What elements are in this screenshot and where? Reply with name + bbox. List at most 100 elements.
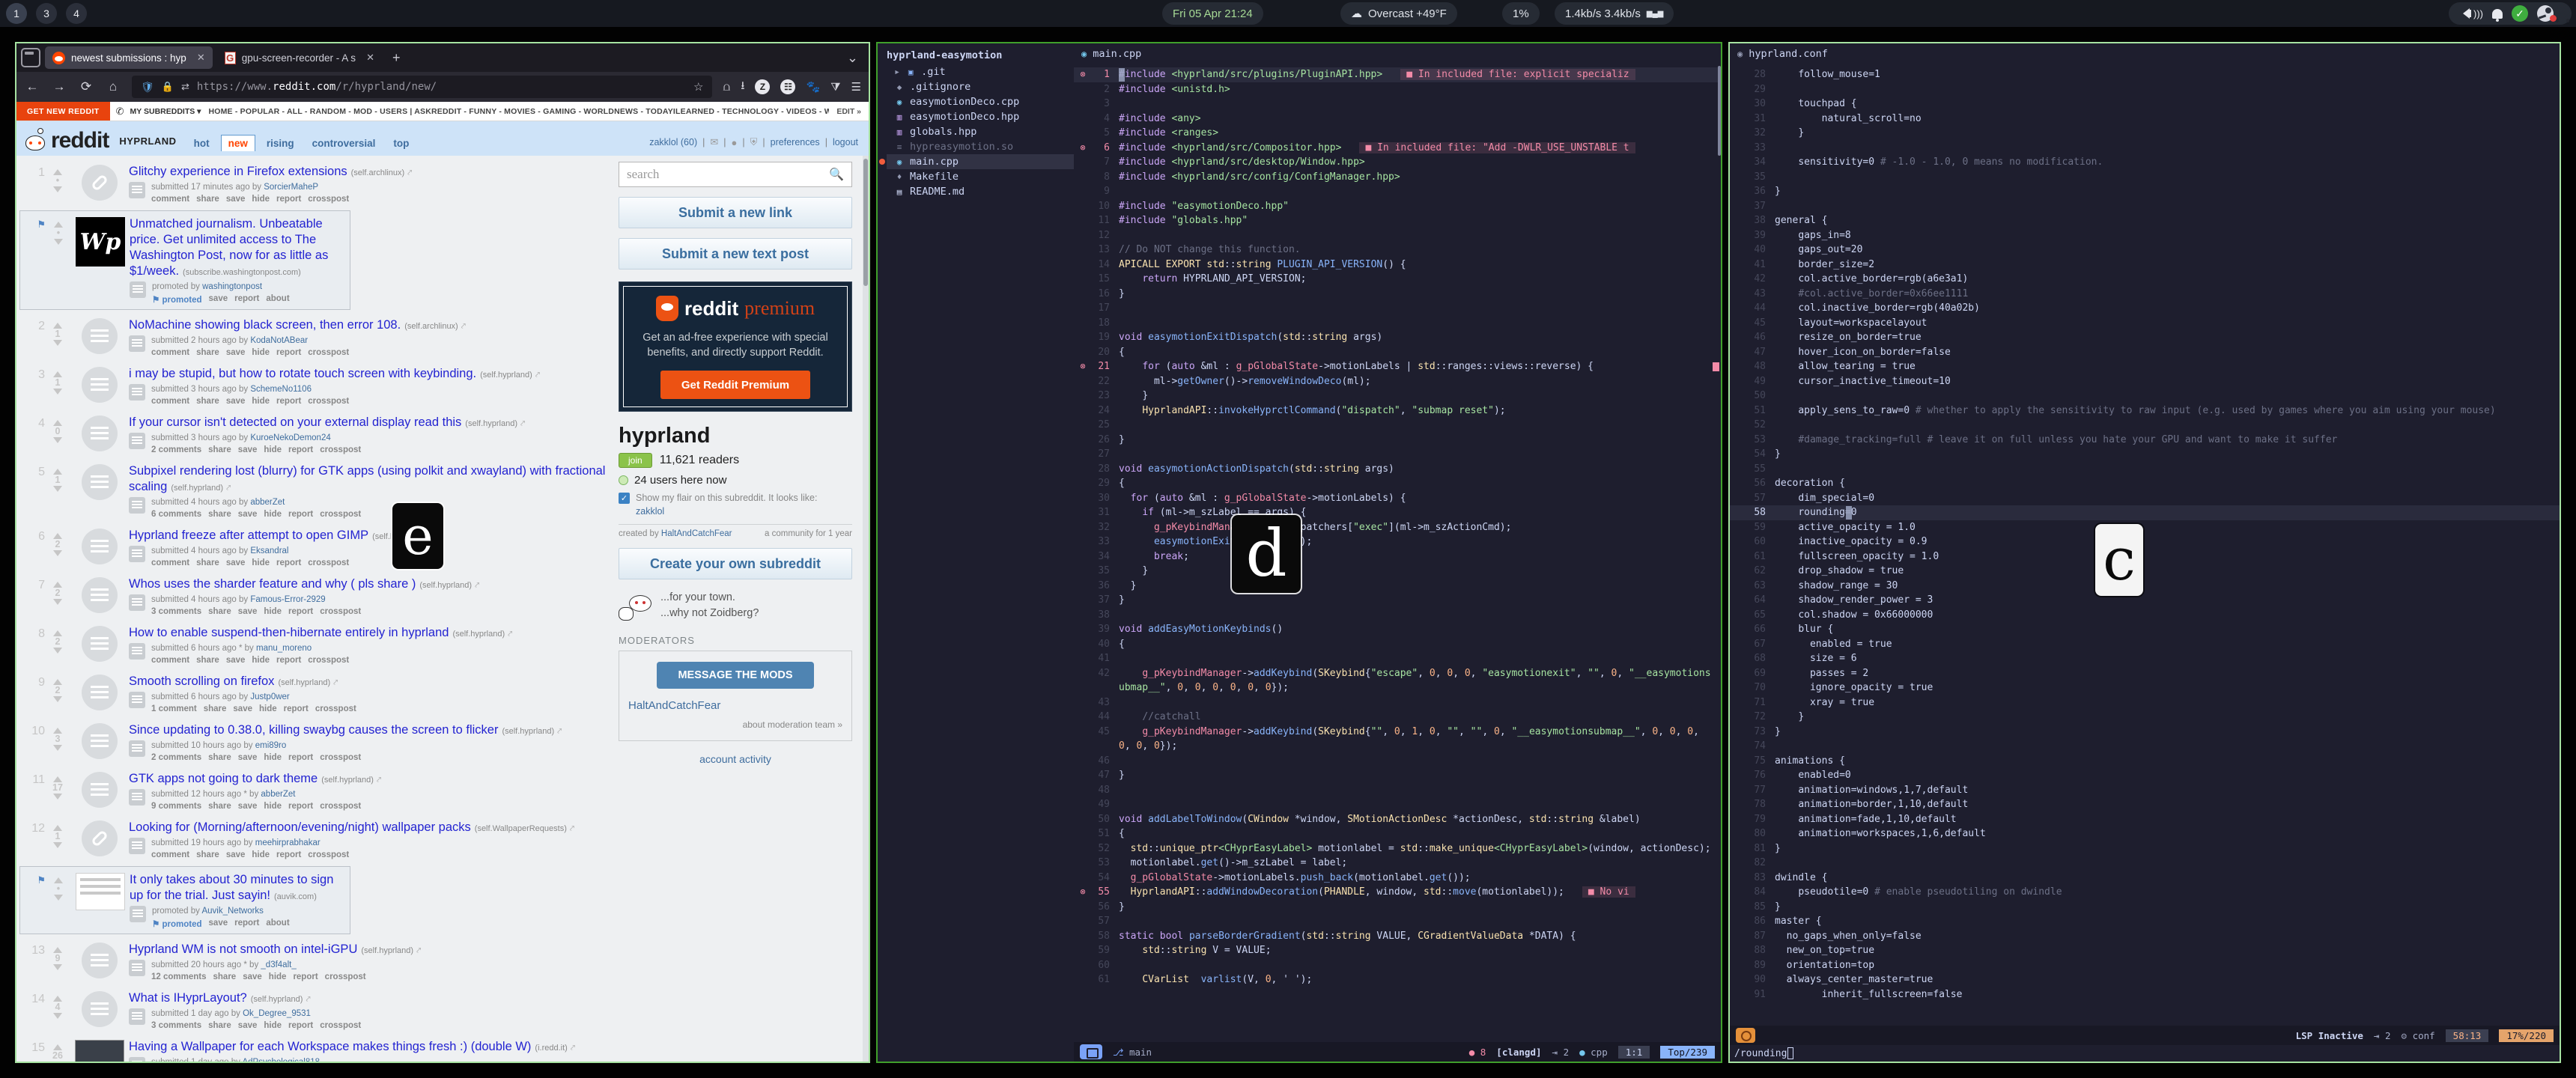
tree-item-globals.hpp[interactable]: ▥ globals.hpp: [887, 124, 1074, 139]
expando-button[interactable]: [129, 182, 145, 198]
button-save[interactable]: save: [238, 445, 258, 454]
button-save[interactable]: save: [209, 919, 228, 929]
upvote-arrow[interactable]: [53, 367, 62, 377]
button-crosspost[interactable]: crosspost: [315, 704, 356, 713]
downvote-arrow[interactable]: [53, 1013, 62, 1023]
preferences-link[interactable]: preferences: [771, 137, 820, 147]
post-domain[interactable]: (self.hyprland): [502, 727, 554, 736]
post-domain[interactable]: (self.hyprland): [278, 678, 330, 687]
button-hide[interactable]: hide: [264, 607, 282, 616]
button-report[interactable]: report: [276, 348, 301, 357]
upvote-arrow[interactable]: [53, 577, 62, 588]
share-arrow-icon[interactable]: ⤤: [461, 322, 466, 331]
button-save[interactable]: save: [209, 294, 228, 305]
downvote-arrow[interactable]: [53, 842, 62, 853]
volume-icon[interactable]: ))): [2458, 8, 2483, 19]
username-link[interactable]: zakklol (60): [649, 137, 697, 147]
flair-checkbox[interactable]: ✓: [619, 493, 630, 504]
button-save[interactable]: save: [226, 850, 246, 859]
button-crosspost[interactable]: crosspost: [308, 195, 349, 204]
comments-link[interactable]: 2 comments: [151, 753, 201, 762]
shield-icon[interactable]: ⛨: [750, 136, 758, 148]
share-arrow-icon[interactable]: ⤤: [475, 581, 479, 590]
button-share[interactable]: share: [204, 704, 227, 713]
downvote-arrow[interactable]: [53, 437, 62, 448]
tab-rising[interactable]: rising: [260, 135, 301, 151]
thumbnail[interactable]: [71, 871, 130, 929]
upvote-arrow[interactable]: [53, 165, 62, 175]
comments-link[interactable]: 1 comment: [151, 704, 197, 713]
search-input[interactable]: search 🔍: [619, 162, 852, 187]
button-save[interactable]: save: [233, 704, 252, 713]
submit-text-button[interactable]: Submit a new text post: [619, 238, 852, 270]
tree-item-main.cpp[interactable]: ◉ main.cpp: [879, 154, 1074, 169]
thumbnail[interactable]: [70, 414, 129, 454]
upvote-arrow[interactable]: [53, 991, 62, 1002]
share-arrow-icon[interactable]: ⤤: [520, 419, 525, 428]
button-crosspost[interactable]: crosspost: [320, 753, 361, 762]
subreddit-nav-links[interactable]: HOME - POPULAR - ALL - RANDOM - MOD - US…: [208, 107, 829, 116]
downvote-arrow[interactable]: [53, 550, 62, 561]
button-hide[interactable]: hide: [259, 704, 277, 713]
pocket-icon[interactable]: ⩍: [723, 81, 730, 94]
button-hide[interactable]: hide: [252, 850, 270, 859]
button-share[interactable]: share: [208, 1021, 231, 1030]
comments-link[interactable]: 9 comments: [151, 802, 201, 811]
upvote-arrow[interactable]: [53, 464, 62, 475]
author-link[interactable]: _d3f4alt_: [261, 960, 296, 969]
creator-link[interactable]: HaltAndCatchFear: [661, 529, 732, 538]
button-save[interactable]: save: [238, 753, 258, 762]
comments-link[interactable]: comment: [151, 397, 189, 406]
author-link[interactable]: Famous-Error-2929: [250, 595, 325, 604]
author-link[interactable]: AdPsychological818: [242, 1058, 320, 1062]
post-domain[interactable]: (self.hyprland): [171, 484, 223, 493]
button-hide[interactable]: hide: [252, 656, 270, 665]
my-subreddits-dropdown[interactable]: MY SUBREDDITS ▾: [130, 107, 209, 116]
button-hide[interactable]: hide: [264, 753, 282, 762]
author-link[interactable]: KodaNotABear: [250, 336, 308, 345]
thumbnail[interactable]: [70, 163, 129, 204]
share-arrow-icon[interactable]: ⤤: [226, 484, 231, 493]
post-domain[interactable]: (self.hyprland): [321, 776, 374, 785]
button-hide[interactable]: hide: [252, 348, 270, 357]
button-share[interactable]: share: [196, 558, 219, 567]
button-report[interactable]: report: [284, 704, 309, 713]
button-crosspost[interactable]: crosspost: [320, 445, 361, 454]
post-domain[interactable]: (i.redd.it): [535, 1044, 567, 1053]
thumbnail[interactable]: [70, 819, 129, 859]
button-share[interactable]: share: [213, 972, 237, 981]
thumbnail[interactable]: [70, 576, 129, 616]
upvote-arrow[interactable]: [53, 772, 62, 782]
button-save[interactable]: save: [226, 558, 246, 567]
browser-tab[interactable]: Ggpu-screen-recorder - A s ✕: [217, 46, 382, 69]
post-title[interactable]: Having a Wallpaper for each Workspace ma…: [129, 1040, 531, 1053]
button-share[interactable]: share: [208, 753, 231, 762]
expando-button[interactable]: [129, 384, 145, 401]
expando-button[interactable]: [129, 594, 145, 611]
tree-item-.gitignore[interactable]: ◆ .gitignore: [887, 79, 1074, 94]
downvote-arrow[interactable]: [53, 186, 62, 197]
firefox-view-icon[interactable]: [21, 48, 40, 67]
button-crosspost[interactable]: crosspost: [320, 1021, 361, 1030]
message-mods-button[interactable]: MESSAGE THE MODS: [657, 662, 814, 689]
button-save[interactable]: save: [238, 1021, 258, 1030]
button-hide[interactable]: hide: [252, 195, 270, 204]
post-title[interactable]: Smooth scrolling on firefox: [129, 674, 274, 688]
tab-close-icon[interactable]: ✕: [366, 52, 374, 64]
tree-item-easymotionDeco.hpp[interactable]: ▥ easymotionDeco.hpp: [887, 109, 1074, 124]
comments-link[interactable]: 3 comments: [151, 607, 201, 616]
button-share[interactable]: share: [196, 195, 219, 204]
author-link[interactable]: meehirprabhakar: [255, 838, 321, 847]
downvote-arrow[interactable]: [53, 389, 62, 399]
thumbnail[interactable]: [70, 527, 129, 567]
post-title[interactable]: Hyprland freeze after attempt to open GI…: [129, 529, 368, 542]
thumbnail[interactable]: [70, 941, 129, 981]
button-crosspost[interactable]: crosspost: [308, 656, 349, 665]
author-link[interactable]: Ok_Degree_9531: [243, 1009, 311, 1018]
button-share[interactable]: share: [208, 510, 231, 519]
upvote-arrow[interactable]: [54, 217, 63, 228]
button-crosspost[interactable]: crosspost: [320, 802, 361, 811]
expando-button[interactable]: [129, 838, 145, 854]
post-title[interactable]: How to enable suspend-then-hibernate ent…: [129, 626, 449, 639]
post-domain[interactable]: (self.hyprland): [419, 581, 472, 590]
